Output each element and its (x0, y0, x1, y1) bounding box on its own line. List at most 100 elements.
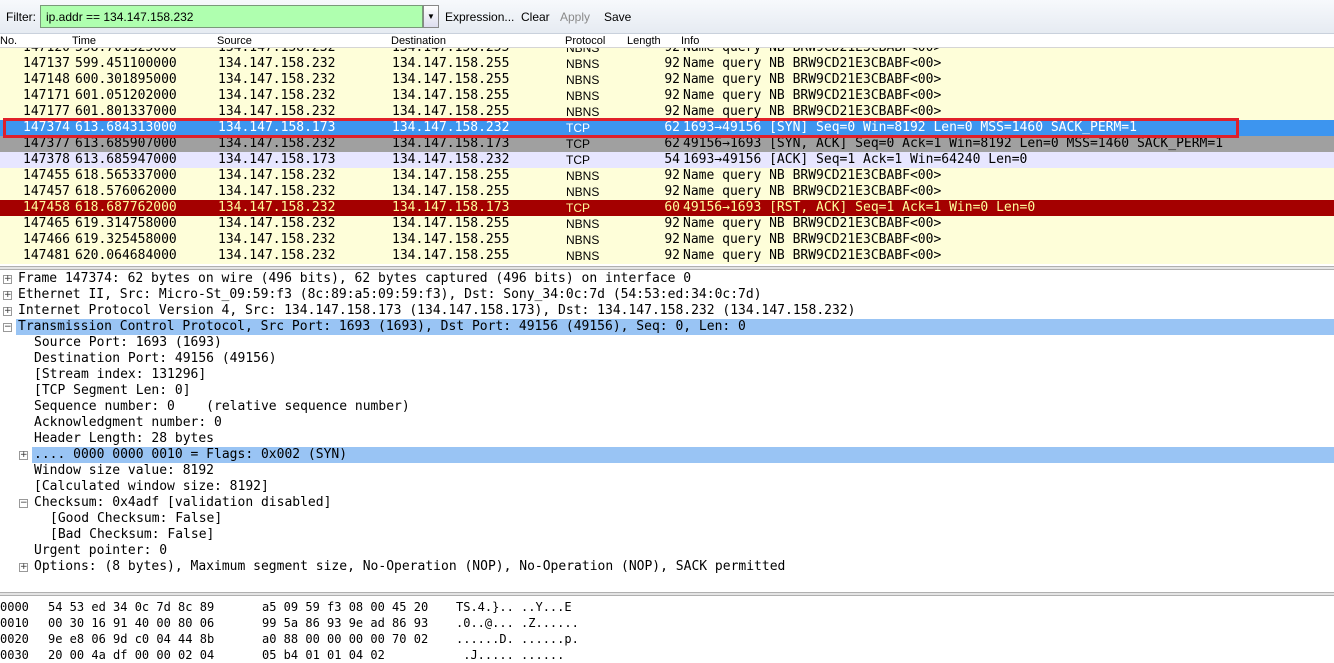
detail-tree-item[interactable]: [Good Checksum: False] (0, 511, 1334, 527)
detail-text: Urgent pointer: 0 (34, 543, 168, 558)
packet-row[interactable]: 147171 601.051202000 134.147.158.232 134.14… (0, 88, 1334, 104)
packet-dst: 134.147.158.255 (392, 56, 510, 71)
hex-ascii[interactable]: .J..... ...... (456, 647, 564, 663)
packet-row[interactable]: 147148 600.301895000 134.147.158.232 134.14… (0, 72, 1334, 88)
packet-len: 62 (664, 136, 680, 151)
packet-len: 92 (664, 248, 680, 263)
packet-row[interactable]: 147466 619.325458000 134.147.158.232 134.14… (0, 232, 1334, 248)
expand-icon[interactable]: + (3, 291, 12, 300)
packet-details-tree[interactable]: + Frame 147374: 62 bytes on wire (496 bit… (0, 271, 1334, 592)
packet-bytes-pane[interactable]: 0000 54 53 ed 34 0c 7d 8c 89 a5 09 59 f3 0… (0, 599, 1334, 662)
detail-tree-item[interactable]: Acknowledgment number: 0 (0, 415, 1334, 431)
packet-src: 134.147.158.232 (218, 184, 336, 199)
expand-icon[interactable]: + (3, 307, 12, 316)
packet-dst: 134.147.158.255 (392, 184, 510, 199)
expand-icon[interactable]: + (19, 451, 28, 460)
packet-info: Name query NB BRW9CD21E3CBABF<00> (683, 72, 942, 87)
collapse-icon[interactable]: − (19, 499, 28, 508)
hex-ascii[interactable]: .0..@... .Z...... (456, 615, 579, 631)
packet-info: 49156→1693 [RST, ACK] Seq=1 Ack=1 Win=0 … (683, 200, 1036, 215)
column-header-time[interactable]: Time (72, 35, 96, 47)
hex-bytes1[interactable]: 9e e8 06 9d c0 04 44 8b (48, 631, 214, 647)
hex-bytes2[interactable]: 99 5a 86 93 9e ad 86 93 (262, 615, 428, 631)
detail-tree-item[interactable]: + Ethernet II, Src: Micro-St_09:59:f3 (8c… (0, 287, 1334, 303)
hex-offset[interactable]: 0000 (0, 599, 29, 615)
packet-time: 618.565337000 (75, 168, 177, 183)
column-header-length[interactable]: Length (627, 35, 661, 47)
detail-tree-item[interactable]: Header Length: 28 bytes (0, 431, 1334, 447)
packet-info: 1693→49156 [ACK] Seq=1 Ack=1 Win=64240 L… (683, 152, 1028, 167)
column-header-source[interactable]: Source (217, 35, 252, 47)
packet-src: 134.147.158.232 (218, 168, 336, 183)
pane-splitter[interactable] (0, 592, 1334, 596)
save-button[interactable]: Save (604, 10, 631, 24)
packet-row[interactable]: 147377 613.685907000 134.147.158.232 134.14… (0, 136, 1334, 152)
packet-dst: 134.147.158.255 (392, 248, 510, 263)
packet-info: Name query NB BRW9CD21E3CBABF<00> (683, 248, 942, 263)
detail-tree-item[interactable]: [Bad Checksum: False] (0, 527, 1334, 543)
column-header-info[interactable]: Info (681, 35, 699, 47)
hex-bytes2[interactable]: 05 b4 01 01 04 02 (262, 647, 385, 663)
detail-tree-item[interactable]: Sequence number: 0 (relative sequence nu… (0, 399, 1334, 415)
detail-tree-item[interactable]: + Frame 147374: 62 bytes on wire (496 bit… (0, 271, 1334, 287)
expand-icon[interactable]: + (19, 563, 28, 572)
column-header-protocol[interactable]: Protocol (565, 35, 605, 47)
packet-list[interactable]: No. Time Source Destination Protocol Len… (0, 34, 1334, 270)
packet-info: 49156→1693 [SYN, ACK] Seq=0 Ack=1 Win=81… (683, 136, 1224, 151)
packet-row[interactable]: 147457 618.576062000 134.147.158.232 134.14… (0, 184, 1334, 200)
expand-icon[interactable]: + (3, 275, 12, 284)
hex-bytes2[interactable]: a5 09 59 f3 08 00 45 20 (262, 599, 428, 615)
column-header-no[interactable]: No. (0, 35, 17, 47)
packet-row[interactable]: 147378 613.685947000 134.147.158.173 134.14… (0, 152, 1334, 168)
packet-row[interactable]: 147465 619.314758000 134.147.158.232 134.14… (0, 216, 1334, 232)
detail-tree-item[interactable]: [Stream index: 131296] (0, 367, 1334, 383)
detail-tree-item[interactable]: Window size value: 8192 (0, 463, 1334, 479)
detail-text: Acknowledgment number: 0 (34, 415, 222, 430)
detail-tree-item[interactable]: + .... 0000 0000 0010 = Flags: 0x002 (SYN… (19, 447, 1334, 463)
detail-tree-item[interactable]: [TCP Segment Len: 0] (0, 383, 1334, 399)
packet-time: 601.051202000 (75, 88, 177, 103)
expression-button[interactable]: Expression... (445, 10, 514, 24)
packet-src: 134.147.158.232 (218, 136, 336, 151)
packet-list-header: No. Time Source Destination Protocol Len… (0, 34, 1334, 48)
packet-row[interactable]: 147458 618.687762000 134.147.158.232 134.14… (0, 200, 1334, 216)
hex-bytes2[interactable]: a0 88 00 00 00 00 70 02 (262, 631, 428, 647)
detail-text: Sequence number: 0 (relative sequence nu… (34, 399, 410, 414)
detail-tree-item[interactable]: + Options: (8 bytes), Maximum segment siz… (0, 559, 1334, 575)
hex-ascii[interactable]: TS.4.}.. ..Y...E (456, 599, 579, 615)
filter-dropdown-button[interactable]: ▼ (423, 5, 439, 28)
detail-tree-item[interactable]: − Checksum: 0x4adf [validation disabled] (0, 495, 1334, 511)
packet-row[interactable]: 147137 599.451100000 134.147.158.232 134.14… (0, 56, 1334, 72)
pane-splitter[interactable] (0, 266, 1334, 270)
detail-tree-item[interactable]: Urgent pointer: 0 (0, 543, 1334, 559)
packet-dst: 134.147.158.255 (392, 232, 510, 247)
collapse-icon[interactable]: − (3, 323, 12, 332)
detail-tree-item[interactable]: Destination Port: 49156 (49156) (0, 351, 1334, 367)
apply-button[interactable]: Apply (560, 10, 590, 24)
packet-row[interactable]: 147455 618.565337000 134.147.158.232 134.14… (0, 168, 1334, 184)
clear-button[interactable]: Clear (521, 10, 550, 24)
detail-tree-item[interactable]: Source Port: 1693 (1693) (0, 335, 1334, 351)
packet-time: 618.576062000 (75, 184, 177, 199)
packet-proto: TCP (566, 201, 590, 215)
packet-no: 147137 (23, 56, 70, 71)
packet-info: Name query NB BRW9CD21E3CBABF<00> (683, 184, 942, 199)
column-header-destination[interactable]: Destination (391, 35, 446, 47)
hex-bytes1[interactable]: 00 30 16 91 40 00 80 06 (48, 615, 214, 631)
hex-bytes1[interactable]: 20 00 4a df 00 00 02 04 (48, 647, 214, 663)
hex-ascii[interactable]: ......D. ......p. (456, 631, 579, 647)
display-filter-input[interactable]: ip.addr == 134.147.158.232 (40, 5, 423, 28)
packet-row[interactable]: 147481 620.064684000 134.147.158.232 134.14… (0, 248, 1334, 264)
detail-text: Ethernet II, Src: Micro-St_09:59:f3 (8c:… (18, 287, 762, 302)
packet-time: 618.687762000 (75, 200, 177, 215)
hex-bytes1[interactable]: 54 53 ed 34 0c 7d 8c 89 (48, 599, 214, 615)
detail-tree-item[interactable]: + Internet Protocol Version 4, Src: 134.1… (0, 303, 1334, 319)
hex-offset[interactable]: 0030 (0, 647, 29, 663)
packet-proto: NBNS (566, 217, 600, 231)
hex-offset[interactable]: 0020 (0, 631, 29, 647)
hex-offset[interactable]: 0010 (0, 615, 29, 631)
detail-tree-item[interactable]: − Transmission Control Protocol, Src Port… (3, 319, 1334, 335)
packet-len: 92 (664, 168, 680, 183)
detail-tree-item[interactable]: [Calculated window size: 8192] (0, 479, 1334, 495)
packet-src: 134.147.158.232 (218, 200, 336, 215)
